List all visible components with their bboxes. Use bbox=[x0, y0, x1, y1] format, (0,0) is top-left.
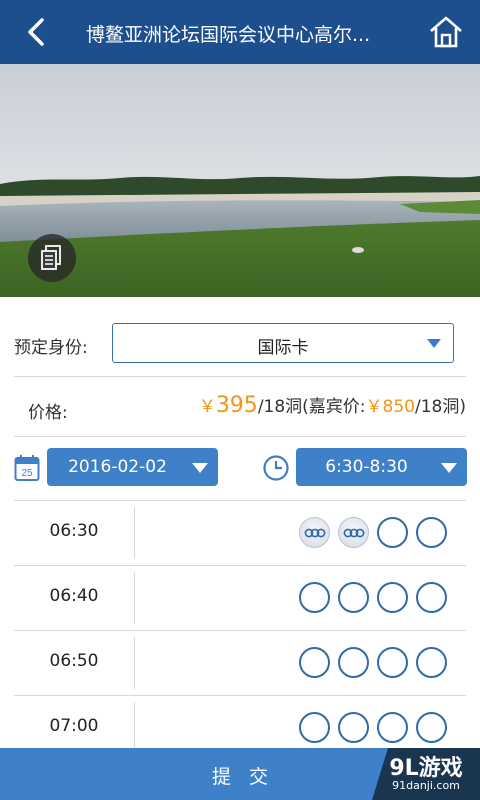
price-currency: ￥ bbox=[198, 397, 216, 417]
available-slot-button[interactable] bbox=[338, 712, 369, 743]
player-slots bbox=[299, 582, 447, 614]
time-slot-row: 06:50 bbox=[14, 630, 466, 694]
divider bbox=[134, 507, 135, 559]
price-unit: /18洞(嘉宾价: bbox=[257, 397, 366, 417]
booked-slot-icon bbox=[299, 517, 330, 548]
time-slot-row: 06:40 bbox=[14, 565, 466, 629]
guest-price-currency: ￥ bbox=[365, 397, 383, 417]
player-slots bbox=[299, 712, 447, 744]
available-slot-button[interactable] bbox=[377, 712, 408, 743]
divider bbox=[14, 376, 466, 377]
available-slot-button[interactable] bbox=[299, 647, 330, 678]
back-button[interactable] bbox=[22, 16, 52, 48]
divider bbox=[14, 436, 466, 437]
available-slot-button[interactable] bbox=[377, 582, 408, 613]
divider bbox=[134, 572, 135, 624]
price-row: 价格: ￥395/18洞(嘉宾价:￥850/18洞) bbox=[0, 378, 480, 436]
identity-select[interactable]: 国际卡 bbox=[112, 323, 454, 363]
price-label: 价格: bbox=[28, 403, 68, 423]
watermark-text: 9L游戏 bbox=[389, 756, 463, 781]
identity-value: 国际卡 bbox=[257, 338, 309, 358]
price-amount: 395 bbox=[215, 393, 258, 418]
divider bbox=[134, 702, 135, 754]
available-slot-button[interactable] bbox=[338, 647, 369, 678]
chevron-left-icon bbox=[28, 18, 44, 46]
available-slot-button[interactable] bbox=[377, 647, 408, 678]
player-slots bbox=[299, 517, 447, 549]
available-slot-button[interactable] bbox=[377, 517, 408, 548]
document-icon bbox=[41, 245, 61, 270]
player-slots bbox=[299, 647, 447, 679]
time-range-select[interactable]: 6:30-8:30 bbox=[296, 448, 467, 486]
home-button[interactable] bbox=[428, 14, 464, 50]
date-select[interactable]: 2016-02-02 bbox=[47, 448, 218, 486]
date-time-row: 25 2016-02-02 6:30-8:30 bbox=[0, 440, 480, 498]
available-slot-button[interactable] bbox=[338, 582, 369, 613]
dropdown-arrow-icon bbox=[427, 339, 441, 348]
home-icon bbox=[430, 16, 462, 48]
watermark-sub: 91danji.com bbox=[392, 779, 460, 792]
slot-time: 06:40 bbox=[49, 586, 99, 606]
price-value: ￥395/18洞(嘉宾价:￥850/18洞) bbox=[199, 392, 466, 418]
guest-price-amount: 850 bbox=[382, 397, 415, 417]
date-value: 2016-02-02 bbox=[68, 457, 167, 477]
calendar-icon: 25 bbox=[14, 455, 40, 481]
slot-time: 06:30 bbox=[49, 521, 99, 541]
clock-icon bbox=[263, 455, 289, 481]
available-slot-button[interactable] bbox=[299, 712, 330, 743]
dropdown-arrow-icon bbox=[192, 463, 208, 473]
identity-row: 预定身份: 国际卡 bbox=[0, 318, 480, 374]
gallery-button[interactable] bbox=[28, 234, 76, 282]
available-slot-button[interactable] bbox=[299, 582, 330, 613]
calendar-icon-day: 25 bbox=[21, 468, 33, 479]
available-slot-button[interactable] bbox=[416, 712, 447, 743]
booked-slot-icon bbox=[338, 517, 369, 548]
dropdown-arrow-icon bbox=[441, 463, 457, 473]
available-slot-button[interactable] bbox=[416, 647, 447, 678]
available-slot-button[interactable] bbox=[416, 517, 447, 548]
time-slot-row: 06:30 bbox=[14, 500, 466, 564]
top-bar: 博鳌亚洲论坛国际会议中心高尔... bbox=[0, 0, 480, 64]
slot-time: 07:00 bbox=[49, 716, 99, 736]
guest-price-unit: /18洞) bbox=[415, 397, 466, 417]
divider bbox=[134, 637, 135, 689]
page-title: 博鳌亚洲论坛国际会议中心高尔... bbox=[86, 24, 371, 46]
available-slot-button[interactable] bbox=[416, 582, 447, 613]
time-range-value: 6:30-8:30 bbox=[325, 457, 408, 477]
slot-time: 06:50 bbox=[49, 651, 99, 671]
identity-label: 预定身份: bbox=[14, 338, 88, 358]
